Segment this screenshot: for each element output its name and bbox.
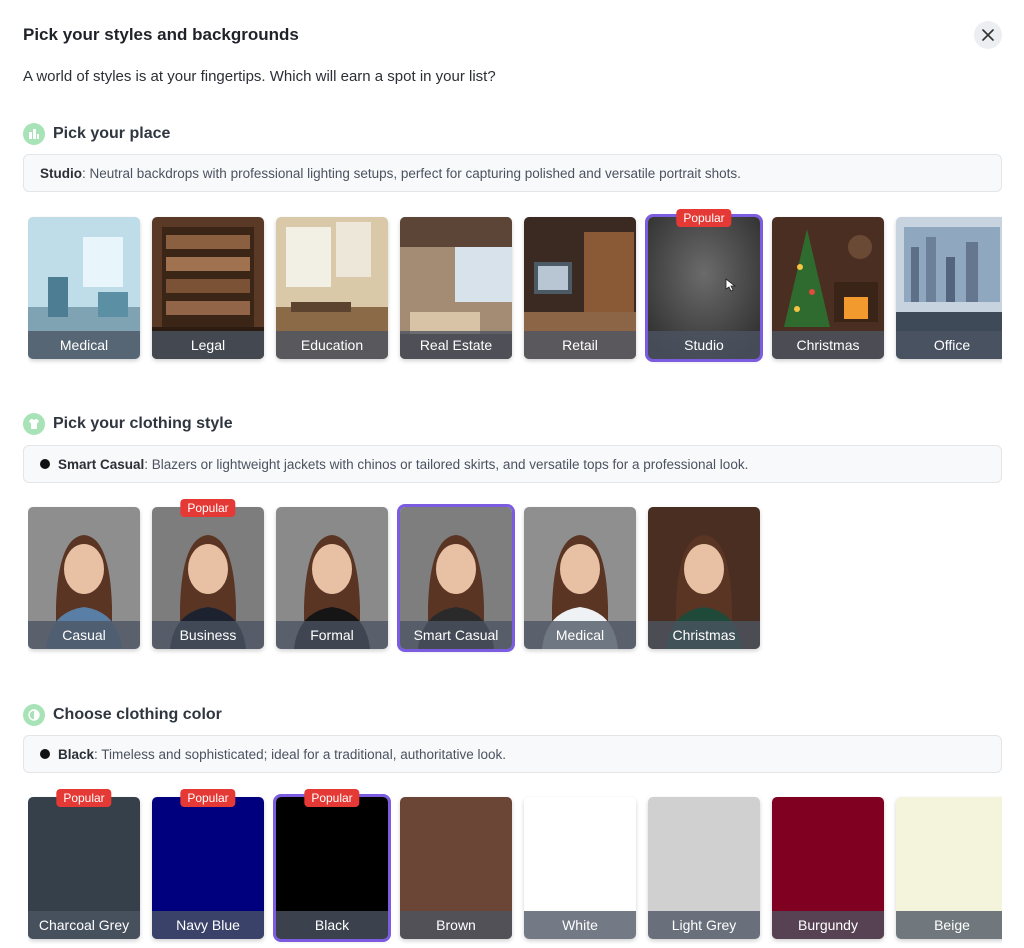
place-option-office[interactable]: Office <box>896 217 1002 359</box>
clothing-option-label: Medical <box>524 621 636 649</box>
dialog-header: Pick your styles and backgrounds <box>23 21 1002 49</box>
dialog-subtitle: A world of styles is at your fingertips.… <box>23 68 496 85</box>
color-option-burgundy[interactable]: Burgundy <box>772 797 884 939</box>
place-option-label: Real Estate <box>400 331 512 359</box>
place-section-title: Pick your place <box>53 125 171 142</box>
place-option-education[interactable]: Education <box>276 217 388 359</box>
place-option-label: Retail <box>524 331 636 359</box>
clothing-options: Casual Business Popular Formal Smart Casual M… <box>28 497 1002 657</box>
color-option-label: White <box>524 911 636 939</box>
place-option-legal[interactable]: Legal <box>152 217 264 359</box>
place-selected-desc: : Neutral backdrops with professional li… <box>82 165 741 181</box>
color-option-white[interactable]: White <box>524 797 636 939</box>
color-option-label: Navy Blue <box>152 911 264 939</box>
color-option-light-grey[interactable]: Light Grey <box>648 797 760 939</box>
color-option-black[interactable]: Black <box>273 794 391 942</box>
color-contrast-icon <box>23 704 45 726</box>
clothing-selected-desc: : Blazers or lightweight jackets with ch… <box>144 456 749 472</box>
color-option-label: Burgundy <box>772 911 884 939</box>
popular-badge: Popular <box>304 789 360 807</box>
place-option-label: Medical <box>28 331 140 359</box>
popular-badge: Popular <box>56 789 112 807</box>
place-option-christmas[interactable]: Christmas <box>772 217 884 359</box>
place-option-label: Office <box>896 331 1002 359</box>
popular-badge: Popular <box>180 789 236 807</box>
color-option-brown[interactable]: Brown <box>400 797 512 939</box>
clothing-option-christmas[interactable]: Christmas <box>648 507 760 649</box>
place-option-medical[interactable]: Medical <box>28 217 140 359</box>
color-option-beige[interactable]: Beige <box>896 797 1002 939</box>
place-option-label: Education <box>276 331 388 359</box>
place-description: Studio: Neutral backdrops with professio… <box>23 154 1002 192</box>
place-option-real-estate[interactable]: Real Estate <box>400 217 512 359</box>
color-selected-name: Black <box>58 746 95 762</box>
color-dot <box>40 749 50 759</box>
color-option-charcoal-grey[interactable]: Charcoal Grey <box>28 797 140 939</box>
color-options: Charcoal Grey Popular Navy Blue Popular Blac… <box>28 787 1002 947</box>
color-option-label: Charcoal Grey <box>28 911 140 939</box>
clothing-option-casual[interactable]: Casual <box>28 507 140 649</box>
place-selected-name: Studio <box>40 165 82 181</box>
clothing-option-label: Casual <box>28 621 140 649</box>
place-section-header: Pick your place <box>23 123 170 145</box>
dialog-title: Pick your styles and backgrounds <box>23 25 299 44</box>
place-option-studio[interactable]: Studio <box>645 214 763 362</box>
clothing-description: Smart Casual: Blazers or lightweight jac… <box>23 445 1002 483</box>
clothing-option-label: Business <box>152 621 264 649</box>
color-section-title: Choose clothing color <box>53 706 222 723</box>
clothing-color-dot <box>40 459 50 469</box>
popular-badge: Popular <box>180 499 236 517</box>
color-section-header: Choose clothing color <box>23 704 222 726</box>
color-option-navy-blue[interactable]: Navy Blue <box>152 797 264 939</box>
clothing-section-title: Pick your clothing style <box>53 415 233 432</box>
close-icon <box>982 29 994 41</box>
color-option-label: Black <box>276 911 388 939</box>
place-option-label: Legal <box>152 331 264 359</box>
color-selected-desc: : Timeless and sophisticated; ideal for … <box>94 746 507 762</box>
color-option-label: Light Grey <box>648 911 760 939</box>
place-option-label: Studio <box>648 331 760 359</box>
clothing-section-header: Pick your clothing style <box>23 413 233 435</box>
place-option-retail[interactable]: Retail <box>524 217 636 359</box>
popular-badge: Popular <box>676 209 732 227</box>
shirt-icon <box>23 413 45 435</box>
clothing-option-label: Formal <box>276 621 388 649</box>
clothing-option-smart-casual[interactable]: Smart Casual <box>397 504 515 652</box>
clothing-option-label: Christmas <box>648 621 760 649</box>
color-option-label: Brown <box>400 911 512 939</box>
clothing-option-medical[interactable]: Medical <box>524 507 636 649</box>
place-option-label: Christmas <box>772 331 884 359</box>
building-icon <box>23 123 45 145</box>
clothing-selected-name: Smart Casual <box>58 456 145 472</box>
clothing-option-label: Smart Casual <box>400 621 512 649</box>
clothing-option-business[interactable]: Business <box>152 507 264 649</box>
place-options: Medical Legal Education Real Estate Retail St… <box>28 207 1002 367</box>
color-option-label: Beige <box>896 911 1002 939</box>
close-button[interactable] <box>974 21 1002 49</box>
clothing-option-formal[interactable]: Formal <box>276 507 388 649</box>
color-description: Black: Timeless and sophisticated; ideal… <box>23 735 1002 773</box>
